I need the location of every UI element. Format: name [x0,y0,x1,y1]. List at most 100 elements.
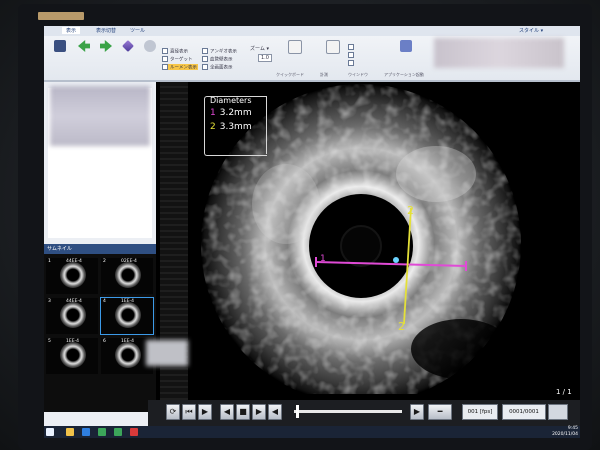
speed-icon: ━ [437,407,443,416]
thumbnail-number: 4 [103,299,106,304]
group-label-app: アプリケーション起動 [384,72,424,77]
thumbnail-number: 1 [48,259,51,264]
app-launch-button[interactable] [396,40,416,68]
frame-menu-button[interactable] [548,404,568,420]
ribbon-button-settings[interactable] [140,40,158,68]
thumbnail-label: 1EE-4 [66,339,80,344]
group-label-window: ウインドウ [348,72,368,77]
frame-slider-handle[interactable] [296,405,300,418]
tab-display-switch[interactable]: 表示切替 [96,27,116,34]
ribbon-button-forward[interactable] [96,40,114,68]
style-menu[interactable]: スタイル ▾ [519,27,543,34]
line2-marker-bottom: 2 [398,320,405,333]
windows-start-icon[interactable] [46,428,54,436]
frame-number-field[interactable]: 001 [fps] [462,404,498,420]
step-forward-icon: ▶ [201,407,209,416]
ruler-icon [326,40,340,54]
clipboard-button[interactable] [284,40,304,68]
zoom-label[interactable]: ズーム ▾ [250,45,269,52]
arrow-right-icon [100,40,112,52]
first-frame-button[interactable]: ⏮ [182,404,196,420]
stop-icon: ■ [239,407,247,416]
thumbnail-number: 6 [103,339,106,344]
play-button[interactable]: ▶ [252,404,266,420]
thumbnail-number: 3 [48,299,51,304]
group-label-quickboard: クイックボード [276,72,304,77]
diameter-readout-box-edge [264,96,267,154]
skip-back-icon: ⏮ [185,407,193,416]
pen-icon [122,40,134,52]
tab-tools[interactable]: ツール [130,27,145,34]
app-icon-green-2[interactable] [114,428,122,436]
blurred-region-top-right [434,38,564,68]
grid-icon [54,40,66,52]
clock-date: 2020/11/04 [552,432,578,437]
diameter-1: 1 3.2mm [210,108,252,118]
diameter-2-index: 2 [210,122,216,132]
step-back-icon: ◀ [271,407,279,416]
checkbox-vessel-wall[interactable]: 血管壁表示 [202,56,233,63]
line2-marker-top: 2 [407,204,414,217]
diameter-2: 2 3.3mm [210,122,252,132]
diameter-2-value: 3.3mm [219,122,252,132]
tab-view[interactable]: 表示 [62,27,81,34]
frame-total-field[interactable]: 0001/0001 [502,404,546,420]
loop-button[interactable]: ⟳ [166,404,180,420]
thumbnail-number: 2 [103,259,106,264]
thumbnail-label: 44EE-4 [66,299,82,304]
speed-slider[interactable]: ━ [428,404,452,420]
line1-marker: 1 [320,254,326,264]
thumbnail-number: 5 [48,339,51,344]
checkbox-angio[interactable]: アンギオ表示 [202,48,237,55]
ribbon-button-measure[interactable] [118,40,136,68]
rewind-icon: ◀ [223,407,231,416]
thumbnail-5[interactable]: 5 1EE-4 [46,338,98,374]
thumbnail-4-selected[interactable]: 4 1EE-4 [100,297,154,335]
checkbox-target[interactable]: ターゲット [162,56,193,63]
thumbnail-label: 1EE-4 [121,339,135,344]
file-explorer-icon[interactable] [66,428,74,436]
step-end-button[interactable]: ▶ [410,404,424,420]
step-back-button[interactable]: ◀ [268,404,282,420]
thumbnail-1[interactable]: 1 44EE-4 [46,258,98,294]
browser-icon[interactable] [82,428,90,436]
app-icon [400,40,412,52]
diameters-title: Diameters [210,96,252,105]
checkbox-window-1[interactable] [348,44,356,51]
app-icon-green[interactable] [98,428,106,436]
vessel-image [115,302,141,328]
loop-icon: ⟳ [169,407,177,416]
app-icon-red[interactable] [130,428,138,436]
group-label-measure: 計測 [320,72,328,77]
checkbox-diameter[interactable]: 直径表示 [162,48,188,55]
checkbox-window-3[interactable] [348,60,356,67]
taskbar-clock: 9:45 2020/11/04 [550,426,578,438]
checkbox-fullscreen[interactable]: 全画面表示 [202,64,233,71]
thumbnail-label: 44EE-4 [66,259,82,264]
play-icon: ▶ [255,407,263,416]
vessel-image [60,262,86,288]
thumbnail-2[interactable]: 2 02EE-4 [101,258,153,294]
measure-button[interactable] [322,40,342,68]
arrow-left-icon [78,40,90,52]
diameter-1-index: 1 [210,108,216,118]
monitor-brand-label [38,12,84,20]
ribbon-tabs: 表示 表示切替 ツール スタイル ▾ [44,26,580,36]
blurred-region-bottom-left [146,340,188,366]
thumbnail-header: サムネイル [44,244,156,254]
center-marker [393,257,399,263]
checkbox-window-2[interactable] [348,52,356,59]
clipboard-icon [288,40,302,54]
prev-button[interactable]: ◀ [220,404,234,420]
screen: 表示 表示切替 ツール スタイル ▾ 直径表示 ターゲット ルーメン表示 アンギ… [44,26,580,438]
ribbon-button-1[interactable] [50,40,68,68]
checkbox-lumen[interactable]: ルーメン表示 [162,64,197,71]
thumbnail-3[interactable]: 3 44EE-4 [46,298,98,334]
zoom-value[interactable]: 1.0 [258,54,272,62]
thumbnail-label: 02EE-4 [121,259,137,264]
stop-button[interactable]: ■ [236,404,250,420]
next-step-button[interactable]: ▶ [198,404,212,420]
skip-forward-icon: ▶ [413,407,421,416]
ribbon-button-back[interactable] [74,40,92,68]
frame-slider[interactable] [294,410,402,413]
